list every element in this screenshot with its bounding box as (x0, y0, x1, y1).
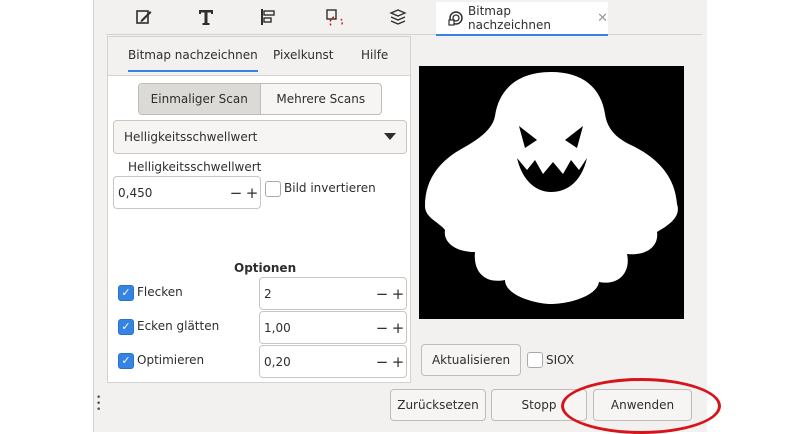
close-icon[interactable]: ✕ (597, 11, 608, 26)
siox-label: SIOX (546, 353, 575, 367)
single-scan-button[interactable]: Einmaliger Scan (139, 84, 261, 114)
tab-trace-bitmap[interactable]: Bitmap nachzeichnen ✕ (436, 2, 608, 36)
minus-icon[interactable]: − (374, 353, 390, 371)
optimize-label: Optimieren (137, 353, 205, 367)
optimize-checkbox[interactable]: ✓ (118, 353, 134, 369)
stop-button[interactable]: Stopp (491, 389, 587, 421)
apply-button[interactable]: Anwenden (593, 389, 692, 421)
smooth-corners-value: 1,00 (264, 320, 291, 335)
trace-bitmap-icon (448, 10, 464, 26)
detection-mode-value: Helligkeitsschwellwert (124, 130, 258, 144)
ghost-preview-image (419, 66, 684, 319)
plus-icon[interactable]: + (390, 353, 406, 371)
speckles-checkbox[interactable]: ✓ (118, 285, 134, 301)
minus-icon[interactable]: − (374, 285, 390, 303)
panel-divider (93, 0, 94, 432)
threshold-value: 0,450 (118, 185, 153, 200)
plus-icon[interactable]: + (390, 319, 406, 337)
tab-trace-bitmap-label: Bitmap nachzeichnen (468, 4, 551, 32)
minus-icon[interactable]: − (228, 184, 244, 202)
plus-icon[interactable]: + (390, 285, 406, 303)
plus-icon[interactable]: + (244, 184, 260, 202)
threshold-label: Helligkeitsschwellwert (128, 160, 262, 174)
align-icon[interactable] (248, 4, 288, 30)
inner-tab-bar: Bitmap nachzeichnen Pixelkunst Hilfe (108, 37, 410, 76)
update-preview-button[interactable]: Aktualisieren (421, 344, 521, 376)
trace-settings: Bitmap nachzeichnen Pixelkunst Hilfe Ein… (107, 36, 411, 383)
text-tool-icon[interactable] (186, 4, 226, 30)
multiple-scans-button[interactable]: Mehrere Scans (261, 84, 382, 114)
invert-image-checkbox[interactable] (265, 181, 281, 197)
minus-icon[interactable]: − (374, 319, 390, 337)
smooth-corners-label: Ecken glätten (137, 319, 220, 333)
layers-icon[interactable] (378, 4, 418, 30)
threshold-spinner[interactable]: 0,450 − + (113, 176, 261, 209)
transform-icon[interactable] (314, 4, 354, 30)
reset-button[interactable]: Zurücksetzen (390, 389, 486, 421)
chevron-down-icon (384, 133, 396, 140)
siox-checkbox[interactable] (527, 352, 543, 368)
detection-mode-select[interactable]: Helligkeitsschwellwert (113, 120, 407, 154)
trace-preview (419, 66, 684, 319)
tab-bitmap-nachzeichnen[interactable]: Bitmap nachzeichnen (128, 48, 258, 72)
dock-tab-bar (106, 0, 702, 35)
drag-handle-icon[interactable]: • • • (96, 394, 101, 415)
speckles-label: Flecken (137, 285, 183, 299)
tab-pixelkunst[interactable]: Pixelkunst (273, 48, 334, 62)
optimize-value: 0,20 (264, 354, 291, 369)
scan-mode-toggle: Einmaliger Scan Mehrere Scans (138, 83, 382, 115)
smooth-corners-checkbox[interactable]: ✓ (118, 319, 134, 335)
speckles-spinner[interactable]: 2 − + (259, 277, 407, 310)
invert-image-label: Bild invertieren (284, 181, 376, 195)
tab-hilfe[interactable]: Hilfe (361, 48, 388, 62)
speckles-value: 2 (264, 286, 272, 301)
smooth-corners-spinner[interactable]: 1,00 − + (259, 311, 407, 344)
pen-edit-icon[interactable] (124, 4, 164, 30)
optimize-spinner[interactable]: 0,20 − + (259, 345, 407, 378)
options-heading: Optionen (234, 261, 297, 275)
